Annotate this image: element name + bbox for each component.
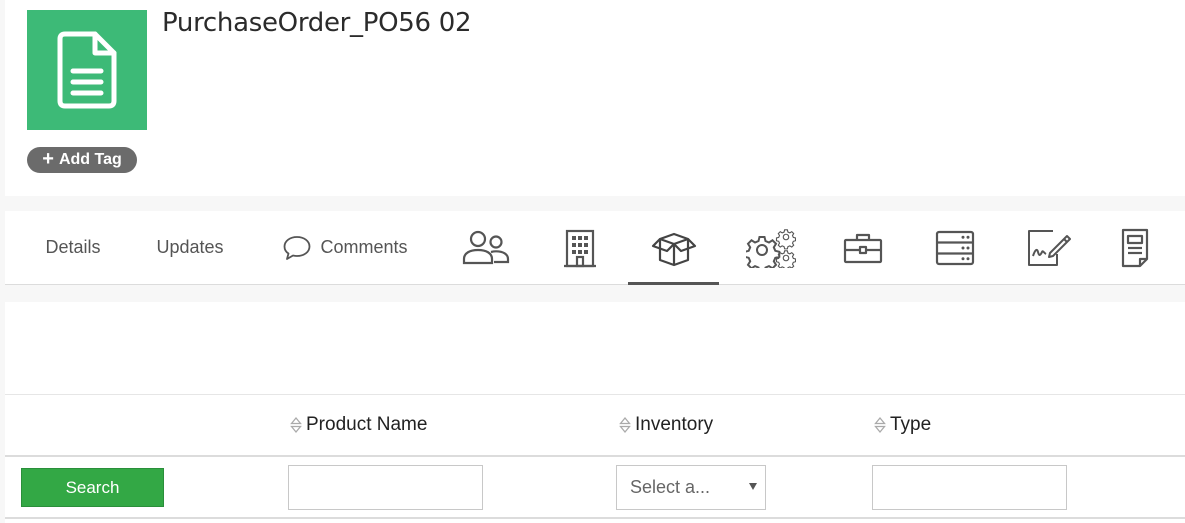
type-filter-input[interactable] — [872, 465, 1067, 510]
add-tag-label: Add Tag — [58, 151, 122, 168]
tab-comments-label: Comments — [320, 237, 408, 257]
tab-signatures[interactable] — [1008, 211, 1088, 284]
tab-settings[interactable] — [731, 211, 811, 284]
column-header-product-name[interactable]: Product Name — [290, 414, 427, 436]
tab-comments[interactable]: Comments — [270, 211, 420, 284]
plus-icon: + — [42, 148, 54, 170]
record-header: PurchaseOrder_PO56 02 + Add Tag — [5, 0, 1185, 196]
filter-row: Search Select a... — [5, 457, 1185, 519]
sort-icon — [619, 416, 631, 434]
tab-contacts[interactable] — [445, 211, 527, 284]
tab-documents[interactable] — [1095, 211, 1175, 284]
active-tab-indicator — [628, 282, 719, 285]
sort-icon — [290, 416, 302, 434]
building-icon — [563, 228, 597, 268]
inventory-select-value: Select a... — [630, 477, 711, 497]
document-icon — [27, 10, 147, 130]
tab-servers[interactable] — [915, 211, 995, 284]
comment-bubble-icon — [282, 234, 312, 262]
package-icon — [651, 229, 697, 267]
tab-updates-label: Updates — [156, 237, 224, 257]
tab-products[interactable] — [628, 211, 719, 285]
table-header: Product Name Inventory Type — [5, 394, 1185, 457]
add-tag-button[interactable]: + Add Tag — [27, 147, 137, 173]
signature-icon — [1025, 228, 1071, 268]
chevron-down-icon — [749, 483, 757, 490]
column-header-label: Product Name — [306, 414, 428, 435]
server-icon — [935, 230, 975, 266]
sort-icon — [874, 416, 886, 434]
briefcase-icon — [843, 231, 883, 265]
tab-opportunities[interactable] — [823, 211, 903, 284]
document-list-icon — [1119, 228, 1151, 268]
tab-company[interactable] — [540, 211, 620, 284]
tab-bar: Details Updates Comments — [5, 211, 1185, 285]
products-panel: Product Name Inventory Type Search Selec… — [5, 302, 1185, 523]
search-button[interactable]: Search — [21, 468, 164, 507]
column-header-type[interactable]: Type — [874, 414, 931, 436]
gears-icon — [746, 228, 796, 268]
users-icon — [461, 230, 511, 266]
column-header-label: Inventory — [635, 414, 714, 435]
page-title: PurchaseOrder_PO56 02 — [162, 8, 472, 38]
column-header-inventory[interactable]: Inventory — [619, 414, 713, 436]
tab-updates[interactable]: Updates — [142, 211, 238, 284]
inventory-filter-select[interactable]: Select a... — [616, 465, 766, 510]
tab-details[interactable]: Details — [25, 211, 121, 284]
product-name-filter-input[interactable] — [288, 465, 483, 510]
column-header-label: Type — [890, 414, 932, 435]
tab-details-label: Details — [45, 237, 101, 257]
